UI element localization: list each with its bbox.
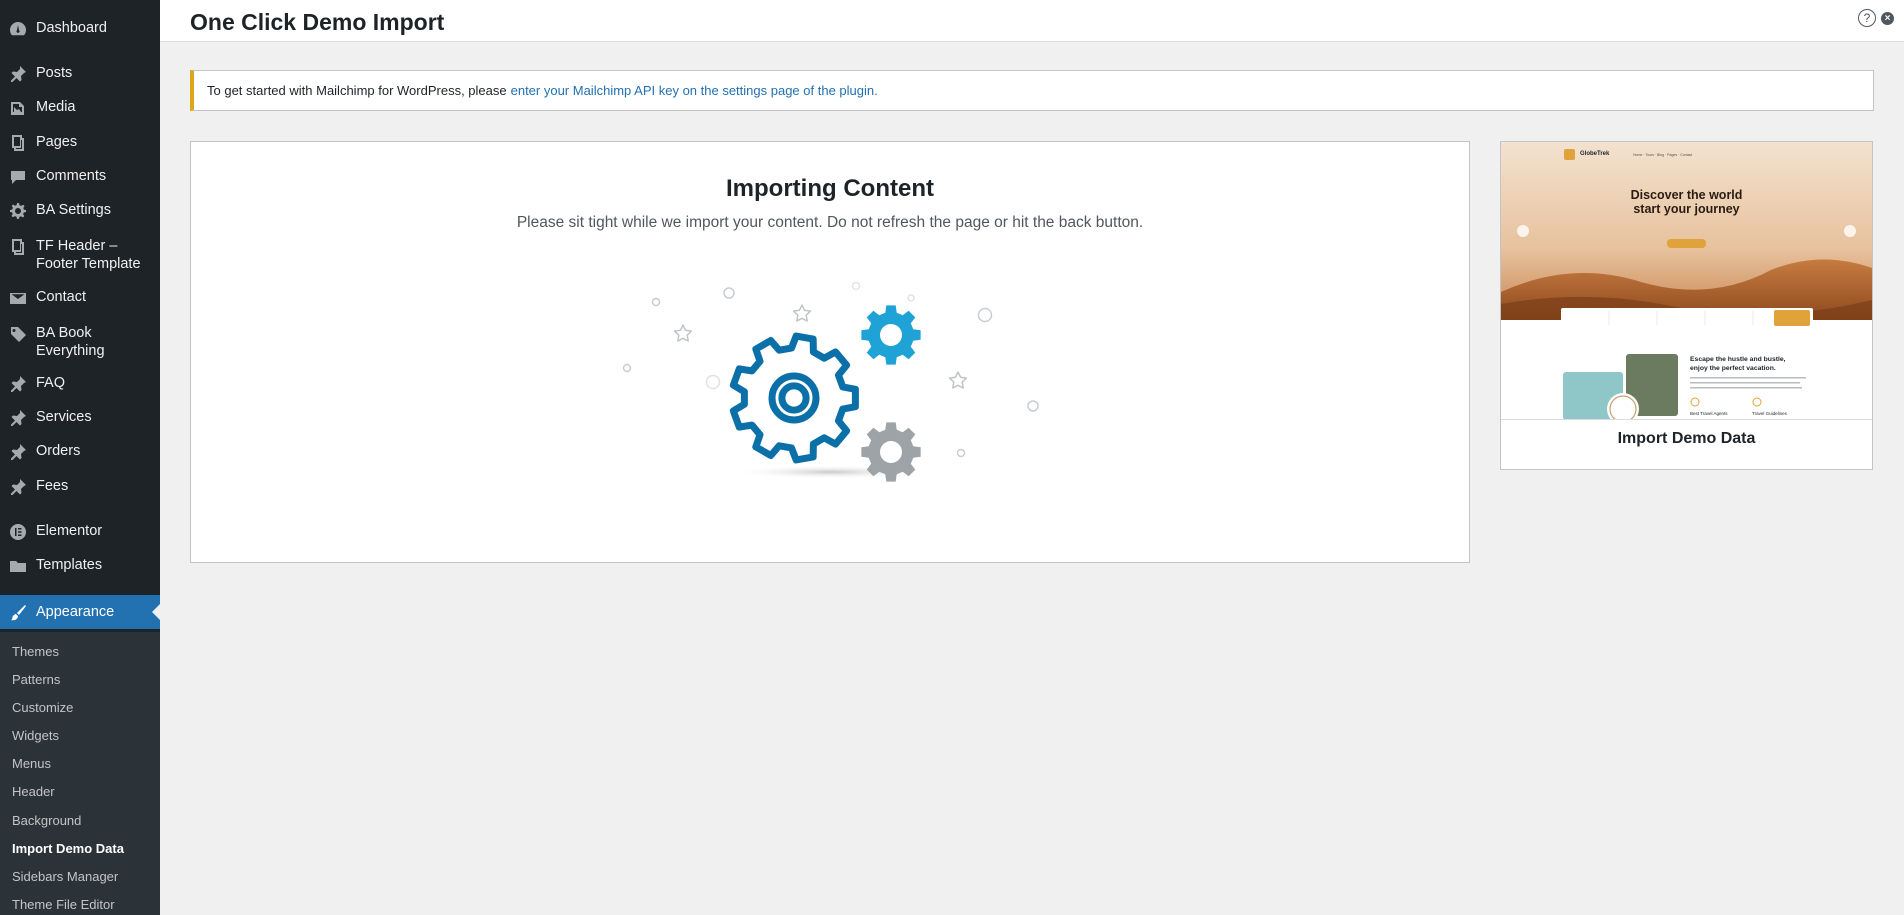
submenu-item-background[interactable]: Background: [12, 813, 81, 829]
sidebar-item-ba-book[interactable]: BA Book Everything: [0, 324, 160, 360]
sidebar-item-label: Dashboard: [36, 20, 107, 36]
submenu-item-menus[interactable]: Menus: [12, 756, 51, 772]
sidebar-item-label: Media: [36, 99, 76, 115]
sidebar-item-faq[interactable]: FAQ: [0, 374, 160, 393]
submenu-item-customize[interactable]: Customize: [12, 700, 73, 716]
gear-icon: [0, 201, 36, 220]
sidebar-item-label: Services: [36, 409, 92, 425]
comments-icon: [0, 167, 36, 186]
sidebar-item-label: Orders: [36, 443, 81, 459]
sidebar-item-contact[interactable]: Contact: [0, 288, 160, 307]
small-blue-gear-icon: [861, 305, 921, 365]
submenu-item-themes[interactable]: Themes: [12, 644, 59, 660]
sidebar-item-label: Posts: [36, 65, 73, 81]
notice-text: To get started with Mailchimp for WordPr…: [207, 83, 507, 98]
preview-feature-2: Travel Guidelines: [1752, 411, 1788, 416]
preview-brand: GlobeTrek: [1580, 151, 1610, 157]
sidebar-item-label: BA Book Everything: [36, 325, 105, 359]
brush-icon: [0, 603, 36, 622]
sidebar-item-label: Appearance: [36, 604, 115, 620]
pin-icon: [0, 442, 36, 461]
pin-icon: [0, 64, 36, 83]
sidebar-item-pages[interactable]: Pages: [0, 133, 160, 152]
sidebar-item-label: BA Settings: [36, 202, 111, 218]
mailchimp-settings-link[interactable]: enter your Mailchimp API key on the sett…: [511, 83, 878, 98]
mail-icon: [0, 288, 36, 307]
sidebar-item-tf-header[interactable]: TF Header – Footer Template: [0, 237, 160, 273]
import-title: Importing Content: [726, 175, 934, 202]
mailchimp-notice: To get started with Mailchimp for WordPr…: [190, 70, 1874, 111]
sidebar-item-ba-settings[interactable]: BA Settings: [0, 201, 160, 220]
sidebar-item-label: Pages: [36, 134, 78, 150]
help-icon[interactable]: ?: [1858, 9, 1876, 27]
preview-headline-2: start your journey: [1633, 202, 1739, 216]
submenu-item-sidebars-manager[interactable]: Sidebars Manager: [12, 869, 118, 885]
large-gear-icon: [729, 332, 859, 464]
preview-section-1: Escape the hustle and bustle,: [1690, 356, 1786, 363]
sidebar-item-orders[interactable]: Orders: [0, 442, 160, 461]
submenu-item-import-demo-data[interactable]: Import Demo Data: [12, 841, 124, 857]
small-gray-gear-icon: [861, 422, 921, 482]
appearance-submenu: Themes Patterns Customize Widgets Menus Heade…: [0, 632, 160, 915]
demo-preview-image[interactable]: GlobeTrek Home · Tours · Blog · Pages · …: [1501, 142, 1872, 420]
submenu-item-widgets[interactable]: Widgets: [12, 728, 59, 744]
sidebar-item-fees[interactable]: Fees: [0, 477, 160, 496]
pin-icon: [0, 374, 36, 393]
pages-icon: [0, 237, 36, 256]
pages-icon: [0, 133, 36, 152]
sidebar-item-services[interactable]: Services: [0, 408, 160, 427]
sidebar-item-media[interactable]: Media: [0, 98, 160, 117]
import-demo-data-label[interactable]: Import Demo Data: [1501, 430, 1872, 448]
folder-icon: [0, 556, 36, 575]
import-panel: Importing Content Please sit tight while…: [190, 141, 1470, 563]
preview-section-2: enjoy the perfect vacation.: [1690, 365, 1776, 372]
svg-text:Home · Tours · Blog · Pages ·: Home · Tours · Blog · Pages · Contact: [1633, 153, 1692, 157]
sidebar-item-label: Contact: [36, 289, 86, 305]
submenu-item-patterns[interactable]: Patterns: [12, 672, 60, 688]
sidebar-item-appearance[interactable]: Appearance: [0, 595, 160, 629]
sidebar-item-label: Comments: [36, 168, 107, 184]
page-header: One Click Demo Import ? ×: [160, 0, 1904, 42]
sidebar-item-label: Elementor: [36, 523, 103, 539]
tag-icon: [0, 324, 36, 343]
demo-card[interactable]: GlobeTrek Home · Tours · Blog · Pages · …: [1500, 141, 1873, 470]
sidebar-item-templates[interactable]: Templates: [0, 556, 160, 575]
sidebar-item-label: FAQ: [36, 375, 66, 391]
pin-icon: [0, 477, 36, 496]
import-subtitle: Please sit tight while we import your co…: [516, 214, 1144, 231]
elementor-icon: [0, 522, 36, 541]
importing-gears-illustration: [622, 281, 1039, 482]
sidebar-item-label: Templates: [36, 557, 103, 573]
sidebar-item-elementor[interactable]: Elementor: [0, 522, 160, 541]
submenu-item-header[interactable]: Header: [12, 784, 55, 800]
preview-headline-1: Discover the world: [1631, 188, 1743, 202]
sidebar-item-posts[interactable]: Posts: [0, 64, 160, 83]
page-title: One Click Demo Import: [190, 9, 445, 35]
close-icon[interactable]: ×: [1881, 12, 1894, 25]
sidebar-item-dashboard[interactable]: Dashboard: [0, 19, 160, 38]
media-icon: [0, 98, 36, 117]
active-indicator: [152, 604, 160, 620]
submenu-item-theme-file-editor[interactable]: Theme File Editor: [12, 897, 115, 913]
preview-feature-1: Best Travel Agents: [1690, 411, 1728, 416]
sidebar-item-label: TF Header – Footer Template: [36, 238, 141, 272]
pin-icon: [0, 408, 36, 427]
sidebar-item-label: Fees: [36, 478, 69, 494]
dashboard-icon: [0, 19, 36, 38]
sidebar-item-comments[interactable]: Comments: [0, 167, 160, 186]
